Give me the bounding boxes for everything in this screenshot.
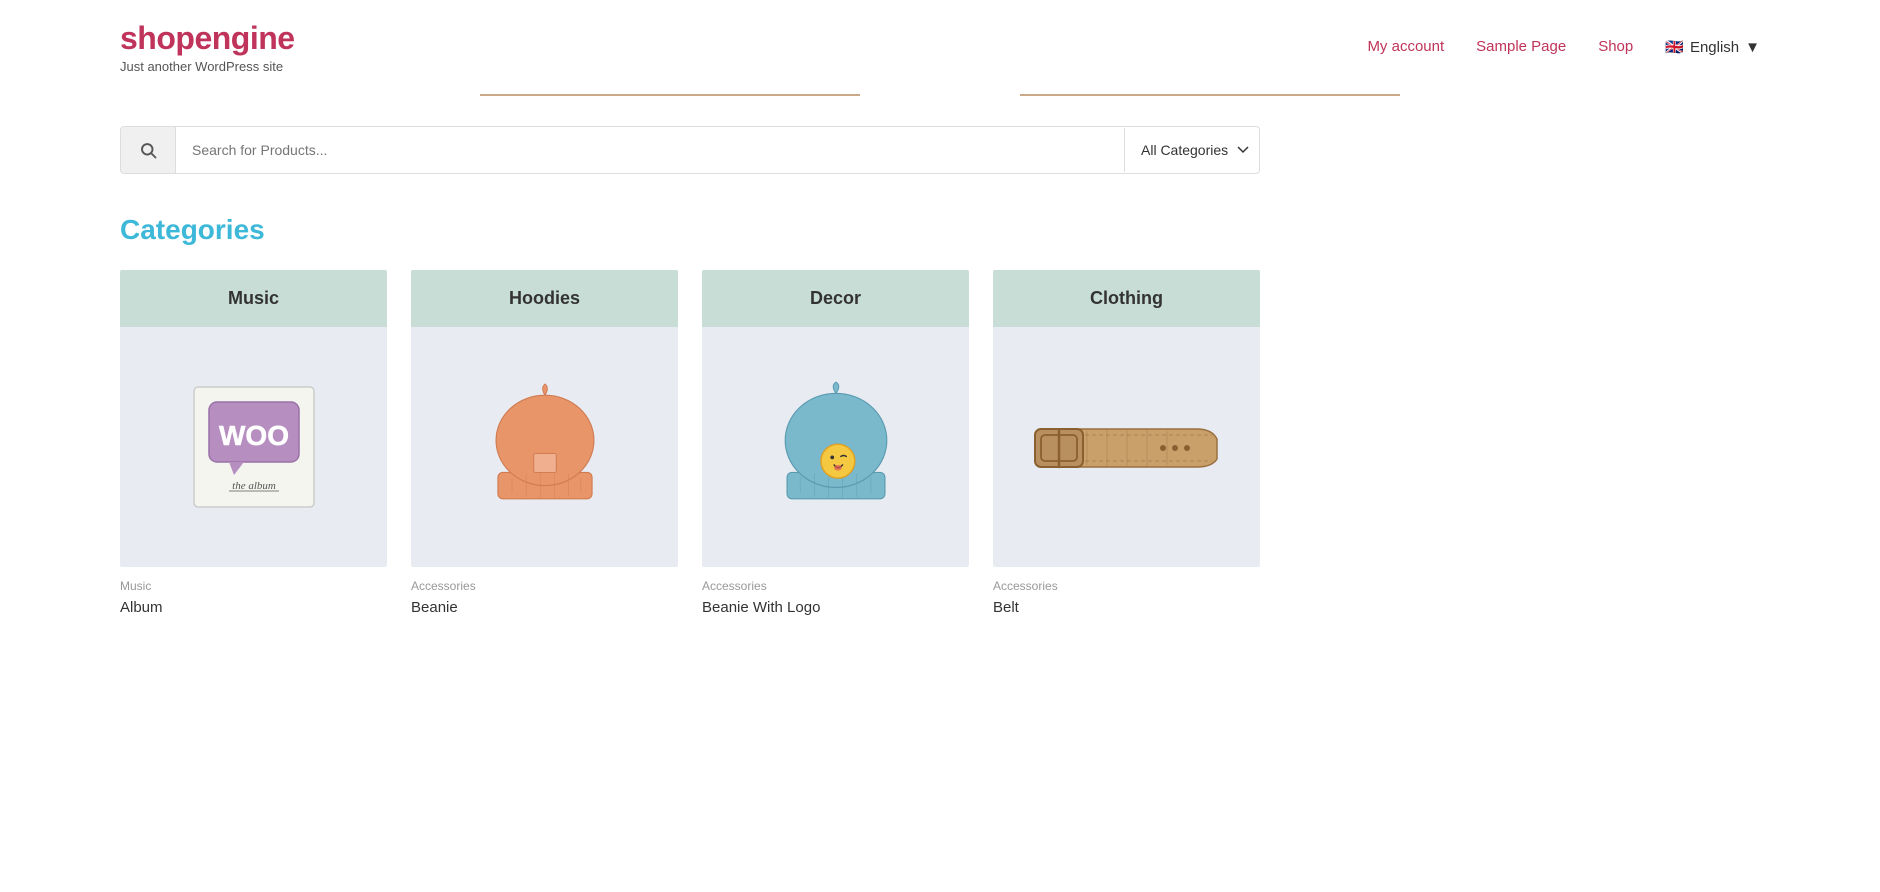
nav-menu: My account Sample Page Shop 🇬🇧 English ▼ bbox=[1367, 38, 1760, 56]
product-category-belt: Accessories bbox=[993, 567, 1260, 597]
flag-icon: 🇬🇧 bbox=[1665, 38, 1684, 56]
language-selector[interactable]: 🇬🇧 English ▼ bbox=[1665, 38, 1760, 56]
header: shopengine Just another WordPress site M… bbox=[0, 0, 1880, 94]
divider-right bbox=[1020, 94, 1400, 96]
category-label-music: Music bbox=[120, 270, 387, 327]
category-card-decor[interactable]: Decor bbox=[702, 270, 969, 616]
category-image-decor bbox=[702, 327, 969, 567]
category-card-hoodies[interactable]: Hoodies bbox=[411, 270, 678, 616]
search-icon bbox=[139, 141, 157, 159]
search-section: All Categories Music Hoodies Decor Cloth… bbox=[0, 96, 1880, 194]
category-image-clothing bbox=[993, 327, 1260, 567]
category-image-music: WOO the album bbox=[120, 327, 387, 567]
category-image-hoodies bbox=[411, 327, 678, 567]
categories-section: Categories Music WOO the album bbox=[0, 194, 1880, 656]
product-name-belt: Belt bbox=[993, 599, 1260, 616]
product-name-album: Album bbox=[120, 599, 387, 616]
category-card-clothing[interactable]: Clothing bbox=[993, 270, 1260, 616]
main-nav: My account Sample Page Shop 🇬🇧 English ▼ bbox=[1367, 38, 1760, 56]
nav-link-samplepage[interactable]: Sample Page bbox=[1476, 38, 1566, 55]
product-image-beanie-orange bbox=[465, 367, 625, 527]
nav-item-samplepage[interactable]: Sample Page bbox=[1476, 38, 1566, 56]
svg-text:WOO: WOO bbox=[219, 420, 289, 451]
product-name-beanie: Beanie bbox=[411, 599, 678, 616]
product-image-belt bbox=[1027, 387, 1227, 507]
categories-grid: Music WOO the album Mus bbox=[120, 270, 1260, 616]
language-label: English bbox=[1690, 39, 1739, 56]
product-category-beanie: Accessories bbox=[411, 567, 678, 597]
product-category-music: Music bbox=[120, 567, 387, 597]
categories-title: Categories bbox=[120, 214, 1760, 246]
divider-left bbox=[480, 94, 860, 96]
site-title[interactable]: shopengine bbox=[120, 20, 295, 57]
product-image-album: WOO the album bbox=[174, 367, 334, 527]
nav-item-myaccount[interactable]: My account bbox=[1367, 38, 1444, 56]
category-label-hoodies: Hoodies bbox=[411, 270, 678, 327]
product-image-beanie-blue bbox=[756, 367, 916, 527]
svg-text:the album: the album bbox=[232, 480, 276, 492]
category-card-music[interactable]: Music WOO the album Mus bbox=[120, 270, 387, 616]
category-label-clothing: Clothing bbox=[993, 270, 1260, 327]
chevron-down-icon: ▼ bbox=[1745, 39, 1760, 56]
search-button[interactable] bbox=[121, 127, 176, 173]
category-label-decor: Decor bbox=[702, 270, 969, 327]
search-input[interactable] bbox=[176, 128, 1124, 172]
nav-item-shop[interactable]: Shop bbox=[1598, 38, 1633, 56]
search-bar: All Categories Music Hoodies Decor Cloth… bbox=[120, 126, 1260, 174]
nav-item-language[interactable]: 🇬🇧 English ▼ bbox=[1665, 38, 1760, 56]
nav-link-myaccount[interactable]: My account bbox=[1367, 38, 1444, 55]
nav-link-shop[interactable]: Shop bbox=[1598, 38, 1633, 55]
category-select[interactable]: All Categories Music Hoodies Decor Cloth… bbox=[1124, 128, 1259, 172]
logo-area: shopengine Just another WordPress site bbox=[120, 20, 295, 74]
product-category-beanie-logo: Accessories bbox=[702, 567, 969, 597]
site-tagline: Just another WordPress site bbox=[120, 59, 295, 74]
product-name-beanie-logo: Beanie With Logo bbox=[702, 599, 969, 616]
